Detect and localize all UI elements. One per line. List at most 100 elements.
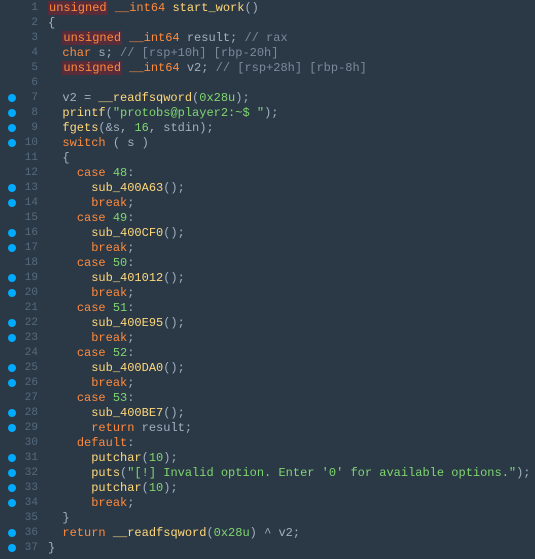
gutter[interactable]: 29 [0,420,42,436]
breakpoint-icon[interactable] [8,184,16,192]
code-content[interactable]: unsigned __int64 result; // rax [42,30,288,46]
gutter[interactable]: 26 [0,375,42,391]
code-content[interactable]: fgets(&s, 16, stdin); [42,120,214,136]
code-line[interactable]: 29 return result; [0,420,535,435]
code-content[interactable]: break; [42,240,134,256]
gutter[interactable]: 24 [0,345,42,361]
code-content[interactable]: break; [42,285,134,301]
code-line[interactable]: 26 break; [0,375,535,390]
code-content[interactable]: putchar(10); [42,480,178,496]
code-line[interactable]: 17 break; [0,240,535,255]
gutter[interactable]: 20 [0,285,42,301]
gutter[interactable]: 34 [0,495,42,511]
gutter[interactable]: 11 [0,150,42,166]
breakpoint-icon[interactable] [8,139,16,147]
gutter[interactable]: 19 [0,270,42,286]
code-content[interactable]: } [42,510,70,526]
code-line[interactable]: 5 unsigned __int64 v2; // [rsp+28h] [rbp… [0,60,535,75]
gutter[interactable]: 17 [0,240,42,256]
gutter[interactable]: 13 [0,180,42,196]
code-line[interactable]: 32 puts("[!] Invalid option. Enter '0' f… [0,465,535,480]
gutter[interactable]: 33 [0,480,42,496]
breakpoint-icon[interactable] [8,289,16,297]
breakpoint-icon[interactable] [8,109,16,117]
code-content[interactable]: sub_400E95(); [42,315,185,331]
code-editor[interactable]: 1unsigned __int64 start_work()2{3 unsign… [0,0,535,555]
gutter[interactable]: 4 [0,45,42,61]
code-content[interactable]: char s; // [rsp+10h] [rbp-20h] [42,45,278,61]
code-line[interactable]: 36 return __readfsqword(0x28u) ^ v2; [0,525,535,540]
code-content[interactable]: sub_400DA0(); [42,360,185,376]
code-content[interactable]: switch ( s ) [42,135,149,151]
breakpoint-icon[interactable] [8,244,16,252]
code-content[interactable]: printf("protobs@player2:~$ "); [42,105,278,121]
breakpoint-icon[interactable] [8,274,16,282]
gutter[interactable]: 15 [0,210,42,226]
gutter[interactable]: 37 [0,540,42,556]
code-line[interactable]: 15 case 49: [0,210,535,225]
breakpoint-icon[interactable] [8,454,16,462]
breakpoint-icon[interactable] [8,199,16,207]
breakpoint-icon[interactable] [8,544,16,552]
code-line[interactable]: 23 break; [0,330,535,345]
breakpoint-icon[interactable] [8,499,16,507]
breakpoint-icon[interactable] [8,229,16,237]
gutter[interactable]: 10 [0,135,42,151]
breakpoint-icon[interactable] [8,124,16,132]
gutter[interactable]: 2 [0,15,42,31]
gutter[interactable]: 7 [0,90,42,106]
code-line[interactable]: 6 [0,75,535,90]
code-content[interactable]: unsigned __int64 start_work() [42,0,259,16]
code-content[interactable]: } [42,540,55,556]
code-line[interactable]: 16 sub_400CF0(); [0,225,535,240]
code-content[interactable]: case 48: [42,165,134,181]
code-line[interactable]: 18 case 50: [0,255,535,270]
gutter[interactable]: 8 [0,105,42,121]
breakpoint-icon[interactable] [8,364,16,372]
code-content[interactable]: case 49: [42,210,134,226]
code-line[interactable]: 13 sub_400A63(); [0,180,535,195]
code-line[interactable]: 30 default: [0,435,535,450]
gutter[interactable]: 35 [0,510,42,526]
code-content[interactable]: case 51: [42,300,134,316]
gutter[interactable]: 27 [0,390,42,406]
breakpoint-icon[interactable] [8,424,16,432]
gutter[interactable]: 31 [0,450,42,466]
gutter[interactable]: 21 [0,300,42,316]
code-content[interactable]: { [42,150,70,166]
breakpoint-icon[interactable] [8,94,16,102]
code-line[interactable]: 10 switch ( s ) [0,135,535,150]
breakpoint-icon[interactable] [8,484,16,492]
code-content[interactable]: case 53: [42,390,134,406]
code-content[interactable]: break; [42,495,134,511]
code-content[interactable]: sub_401012(); [42,270,185,286]
code-line[interactable]: 22 sub_400E95(); [0,315,535,330]
code-content[interactable]: return result; [42,420,192,436]
gutter[interactable]: 23 [0,330,42,346]
gutter[interactable]: 5 [0,60,42,76]
breakpoint-icon[interactable] [8,469,16,477]
breakpoint-icon[interactable] [8,529,16,537]
code-content[interactable]: case 50: [42,255,134,271]
code-line[interactable]: 25 sub_400DA0(); [0,360,535,375]
gutter[interactable]: 36 [0,525,42,541]
breakpoint-icon[interactable] [8,409,16,417]
gutter[interactable]: 16 [0,225,42,241]
code-line[interactable]: 31 putchar(10); [0,450,535,465]
gutter[interactable]: 28 [0,405,42,421]
code-line[interactable]: 34 break; [0,495,535,510]
code-content[interactable]: puts("[!] Invalid option. Enter '0' for … [42,465,531,481]
code-line[interactable]: 2{ [0,15,535,30]
code-content[interactable]: sub_400BE7(); [42,405,185,421]
code-line[interactable]: 14 break; [0,195,535,210]
code-line[interactable]: 33 putchar(10); [0,480,535,495]
code-content[interactable]: sub_400CF0(); [42,225,185,241]
code-line[interactable]: 7 v2 = __readfsqword(0x28u); [0,90,535,105]
code-content[interactable]: { [42,15,55,31]
breakpoint-icon[interactable] [8,379,16,387]
code-line[interactable]: 4 char s; // [rsp+10h] [rbp-20h] [0,45,535,60]
code-content[interactable]: break; [42,195,134,211]
code-line[interactable]: 28 sub_400BE7(); [0,405,535,420]
breakpoint-icon[interactable] [8,319,16,327]
code-content[interactable]: unsigned __int64 v2; // [rsp+28h] [rbp-8… [42,60,367,76]
